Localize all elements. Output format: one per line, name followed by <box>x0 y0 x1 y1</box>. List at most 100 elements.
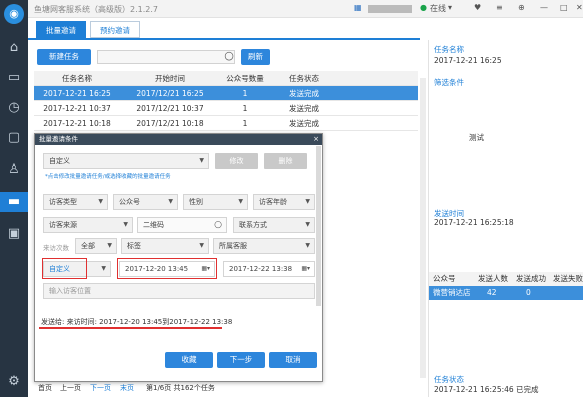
first-page-link[interactable]: 首页 <box>38 383 52 393</box>
tab-scheduled-invite[interactable]: 预约邀请 <box>90 21 140 38</box>
app-logo-icon: ◉ <box>4 4 24 24</box>
preset-select[interactable]: 自定义 ▼ <box>43 153 209 169</box>
content-text: 测试 <box>469 133 484 142</box>
staff-label: 所属客服 <box>219 242 247 250</box>
col-account: 公众号 <box>433 274 456 283</box>
col-account-count[interactable]: 公众号数量 <box>219 71 271 86</box>
sidebar-rail: ◉ ⌂ ▭ ◷ ▢ ♙ ▬ ▣ ⚙ <box>0 0 28 397</box>
date-to-input[interactable]: 2017-12-22 13:38 ▦▾ <box>223 261 315 277</box>
cell-start-time: 2017/12/21 10:18 <box>136 119 204 128</box>
table-row[interactable]: 2017-12-21 16:25 2017/12/21 16:25 1 发送完成 <box>34 86 418 101</box>
cell-task-status: 发送完成 <box>289 119 319 128</box>
delete-button[interactable]: 删除 <box>264 153 307 169</box>
cell-start-time: 2017/12/21 10:37 <box>136 104 204 113</box>
pin-icon[interactable]: ⊕ <box>518 3 525 12</box>
visitor-source-select[interactable]: 访客来源 ▼ <box>43 217 133 233</box>
cancel-button[interactable]: 取消 <box>269 352 317 368</box>
new-task-button[interactable]: 新建任务 <box>37 49 91 65</box>
stat-sent: 42 <box>487 288 497 297</box>
col-sent: 发送人数 <box>478 274 508 283</box>
staff-select[interactable]: 所属客服 ▼ <box>213 238 315 254</box>
batch-invite-dialog: 批量邀请条件 × 自定义 ▼ 修改 删除 *点击修改批量邀请任务/或选择收藏的批量… <box>34 133 323 382</box>
tab-bar: 批量邀请 预约邀请 <box>28 18 420 40</box>
menu-icon[interactable]: ≡ <box>496 3 503 12</box>
table-row[interactable]: 2017-12-21 10:37 2017/12/21 10:37 1 发送完成 <box>34 101 418 116</box>
online-status[interactable]: 在线 <box>430 3 446 14</box>
pagination: 首页 上一页 下一页 末页 第1/6页 共162个任务 <box>34 383 424 395</box>
visit-count-label: 来访次数 <box>43 244 69 252</box>
col-start-time[interactable]: 开始时间 <box>127 71 213 86</box>
stats-header: 公众号 发送人数 发送成功 发送失败 <box>429 272 583 286</box>
minimize-icon[interactable]: — <box>540 3 548 12</box>
account-icon[interactable]: ▦ <box>354 3 362 12</box>
home-icon[interactable]: ⌂ <box>4 38 24 58</box>
chevron-down-icon: ▼ <box>305 242 310 249</box>
account-label: 公众号 <box>119 198 140 206</box>
message-icon[interactable]: ▭ <box>4 68 24 88</box>
col-task-name[interactable]: 任务名称 <box>34 71 120 86</box>
qrcode-input[interactable]: 二维码 ○ <box>137 217 227 233</box>
online-status-icon: ● <box>420 3 427 12</box>
grid-scrollbar[interactable] <box>420 78 426 378</box>
account-select[interactable]: 公众号 ▼ <box>113 194 178 210</box>
tag-label: 标签 <box>127 242 141 250</box>
dialog-title: 批量邀请条件 × <box>35 134 322 145</box>
date-from-highlight <box>117 258 217 279</box>
chevron-down-icon: ▼ <box>101 265 106 272</box>
contact-select[interactable]: 联系方式 ▼ <box>233 217 315 233</box>
history-icon[interactable]: ◷ <box>4 98 24 118</box>
task-detail-panel: 任务名称 2017-12-21 16:25 筛选条件 测试 发送时间 2017-… <box>428 40 583 397</box>
visit-count-value: 全部 <box>81 242 95 250</box>
next-page-link[interactable]: 下一页 <box>90 383 111 393</box>
col-success: 发送成功 <box>516 274 546 283</box>
dialog-close-button[interactable]: × <box>313 134 319 145</box>
dialog-title-text: 批量邀请条件 <box>39 135 78 143</box>
visit-count-select[interactable]: 全部 ▼ <box>75 238 117 254</box>
col-failed: 发送失败 <box>553 274 583 283</box>
visitor-type-select[interactable]: 访客类型 ▼ <box>43 194 108 210</box>
cell-task-status: 发送完成 <box>289 89 319 98</box>
stats-row[interactable]: 微营销达店 42 0 <box>429 286 583 300</box>
stat-account: 微营销达店 <box>433 288 471 297</box>
tag-select[interactable]: 标签 ▼ <box>121 238 209 254</box>
table-header: 任务名称 开始时间 公众号数量 任务状态 <box>34 71 418 86</box>
location-input[interactable]: 输入访客位置 <box>43 283 315 299</box>
status-dropdown-icon[interactable]: ▾ <box>448 3 452 12</box>
preset-hint: *点击修改批量邀请任务/或选择收藏的批量邀请任务 <box>45 174 171 180</box>
page-info: 第1/6页 共162个任务 <box>146 384 215 392</box>
visitor-age-label: 访客年龄 <box>259 198 287 206</box>
broadcast-icon[interactable]: ▬ <box>0 192 28 212</box>
visitor-age-select[interactable]: 访客年龄 ▼ <box>253 194 315 210</box>
tab-batch-invite[interactable]: 批量邀请 <box>36 21 86 38</box>
task-table: 任务名称 开始时间 公众号数量 任务状态 2017-12-21 16:25 20… <box>34 71 418 131</box>
skin-icon[interactable]: ♥ <box>474 3 481 12</box>
chevron-down-icon: ▼ <box>107 242 112 249</box>
last-page-link[interactable]: 末页 <box>120 383 134 393</box>
cell-start-time: 2017/12/21 16:25 <box>136 89 204 98</box>
search-icon[interactable]: ○ <box>221 48 237 64</box>
video-icon[interactable]: ▣ <box>4 224 24 244</box>
maximize-icon[interactable]: □ <box>560 3 568 12</box>
chat-icon[interactable]: ▢ <box>4 128 24 148</box>
qrcode-placeholder: 二维码 <box>143 221 164 229</box>
chevron-down-icon: ▼ <box>305 221 310 228</box>
calendar-icon[interactable]: ▦▾ <box>301 262 310 276</box>
search-icon[interactable]: ○ <box>214 218 222 232</box>
dialog-scrollbar[interactable] <box>316 146 321 306</box>
next-step-button[interactable]: 下一步 <box>217 352 265 368</box>
chevron-down-icon: ▼ <box>199 242 204 249</box>
close-icon[interactable]: ✕ <box>576 3 583 12</box>
modify-button[interactable]: 修改 <box>215 153 258 169</box>
stat-success: 0 <box>526 288 531 297</box>
refresh-button[interactable]: 刷新 <box>241 49 270 65</box>
gender-select[interactable]: 性别 ▼ <box>183 194 248 210</box>
table-row[interactable]: 2017-12-21 10:18 2017/12/21 10:18 1 发送完成 <box>34 116 418 131</box>
settings-icon[interactable]: ⚙ <box>4 372 24 392</box>
visitor-source-label: 访客来源 <box>49 221 77 229</box>
col-task-status[interactable]: 任务状态 <box>277 71 331 86</box>
search-input[interactable] <box>97 50 235 64</box>
contact-label: 联系方式 <box>239 221 267 229</box>
contacts-icon[interactable]: ♙ <box>4 160 24 180</box>
prev-page-link[interactable]: 上一页 <box>60 383 81 393</box>
favorite-button[interactable]: 收藏 <box>165 352 213 368</box>
